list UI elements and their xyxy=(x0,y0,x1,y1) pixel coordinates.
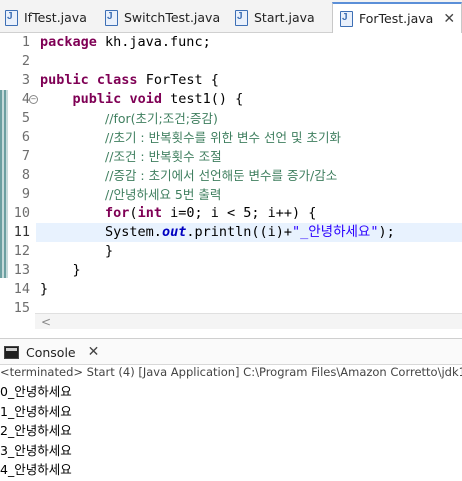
code-line-9: //안녕하세요 5번 출력 xyxy=(40,185,462,204)
code-line-4: public void test1() { xyxy=(40,90,462,109)
code-text: test1() { xyxy=(161,91,244,107)
close-icon[interactable]: ✕ xyxy=(443,11,455,27)
line-number: 10 xyxy=(13,205,30,221)
code-text: } xyxy=(40,281,49,297)
fold-toggle-icon[interactable]: − xyxy=(29,95,38,104)
tab-start[interactable]: Start.java xyxy=(234,4,315,31)
change-ruler xyxy=(0,33,8,278)
console-tab-bar: Console ✕ xyxy=(0,338,462,365)
console-output-line: 1_안녕하세요 xyxy=(0,403,72,419)
editor-tab-bar: IfTest.java SwitchTest.java Start.java F… xyxy=(0,0,462,34)
tab-fortest[interactable]: ForTest.java ✕ xyxy=(332,2,462,34)
close-icon[interactable]: ✕ xyxy=(88,344,100,360)
line-number: 13 xyxy=(13,262,30,278)
line-number-current: 11 xyxy=(13,224,30,240)
line-number: 14 xyxy=(13,281,30,297)
code-line-1: package kh.java.func; xyxy=(40,33,462,52)
line-number: 2 xyxy=(21,53,30,69)
quick-diff-marker xyxy=(0,90,8,278)
code-text: } xyxy=(105,243,114,259)
java-file-icon xyxy=(4,9,18,26)
comment: //증감 : 초기에서 선언해둔 변수를 증가/감소 xyxy=(105,168,338,183)
tab-label: Start.java xyxy=(254,10,315,25)
static-field: out xyxy=(161,224,187,240)
console-output-line: 0_안녕하세요 xyxy=(0,384,72,399)
code-line-13: } xyxy=(40,261,462,280)
code-text: .println((i)+ xyxy=(186,224,292,240)
comment: //초기 : 반복횟수를 위한 변수 선언 및 초기화 xyxy=(105,130,341,145)
code-line-5: //for(초기;조건;증감) xyxy=(40,109,462,128)
console-output-line: 4_안녕하세요 xyxy=(0,462,72,477)
java-file-icon xyxy=(339,10,353,27)
line-number: 9 xyxy=(21,186,30,202)
line-number: 15 xyxy=(13,300,30,316)
tab-label: IfTest.java xyxy=(24,10,87,25)
code-text: } xyxy=(72,262,81,278)
console-icon xyxy=(4,345,19,359)
code-text: ); xyxy=(378,224,395,240)
keyword: public xyxy=(40,72,89,88)
code-line-8: //증감 : 초기에서 선언해둔 변수를 증가/감소 xyxy=(40,166,462,185)
code-text: i=0; i < 5; i++) { xyxy=(161,205,317,221)
horizontal-scrollbar[interactable]: < xyxy=(35,313,462,329)
line-number: 1 xyxy=(21,34,30,50)
code-text: ForTest { xyxy=(137,72,219,88)
code-line-6: //초기 : 반복횟수를 위한 변수 선언 및 초기화 xyxy=(40,128,462,147)
keyword: int xyxy=(137,205,162,221)
code-line-3: public class ForTest { xyxy=(40,71,462,90)
line-number: 7 xyxy=(21,148,30,164)
line-number: 4 xyxy=(21,91,30,107)
code-editor[interactable]: 1 2 3 4 − 5 6 7 8 9 10 11 12 13 14 15 pa… xyxy=(0,33,462,333)
code-line-14: } xyxy=(40,280,462,299)
keyword: void xyxy=(129,91,162,107)
line-number: 6 xyxy=(21,129,30,145)
console-output[interactable]: 0_안녕하세요 1_안녕하세요 2_안녕하세요 3_안녕하세요 4_안녕하세요 xyxy=(0,382,462,480)
tab-label: ForTest.java xyxy=(359,11,434,26)
code-line-10: for(int i=0; i < 5; i++) { xyxy=(105,205,317,221)
code-line-11-current: System.out.println((i)+"_안녕하세요"); xyxy=(36,223,462,242)
tab-console[interactable]: Console ✕ xyxy=(4,342,99,362)
keyword: package xyxy=(40,34,97,50)
console-status-line: <terminated> Start (4) [Java Application… xyxy=(0,365,462,379)
comment: //조건 : 반복횟수 조절 xyxy=(105,149,222,164)
line-number: 8 xyxy=(21,167,30,183)
java-file-icon xyxy=(234,9,248,26)
tab-label: Console xyxy=(26,344,76,360)
tab-iftest[interactable]: IfTest.java xyxy=(4,4,87,31)
string-literal: "_안녕하세요" xyxy=(292,224,379,240)
keyword: for xyxy=(105,205,130,221)
keyword: public xyxy=(72,91,122,107)
line-number-gutter: 1 2 3 4 − 5 6 7 8 9 10 11 12 13 14 15 xyxy=(8,33,38,316)
code-text: System. xyxy=(105,224,162,240)
code-line-12: } xyxy=(40,242,462,261)
code-line-7: //조건 : 반복횟수 조절 xyxy=(40,147,462,166)
comment: //for(초기;조건;증감) xyxy=(105,111,218,126)
line-number: 5 xyxy=(21,110,30,126)
keyword: class xyxy=(96,72,138,88)
console-output-line: 2_안녕하세요 xyxy=(0,423,72,438)
java-file-icon xyxy=(104,9,118,26)
line-number: 3 xyxy=(21,72,30,88)
tab-label: SwitchTest.java xyxy=(124,10,221,25)
console-output-line: 3_안녕하세요 xyxy=(0,442,72,458)
line-number: 12 xyxy=(13,243,30,259)
tab-switchtest[interactable]: SwitchTest.java xyxy=(104,4,220,31)
comment: //안녕하세요 5번 출력 xyxy=(105,187,222,202)
scroll-left-icon[interactable]: < xyxy=(41,315,51,329)
code-text: kh.java.func; xyxy=(96,34,211,50)
